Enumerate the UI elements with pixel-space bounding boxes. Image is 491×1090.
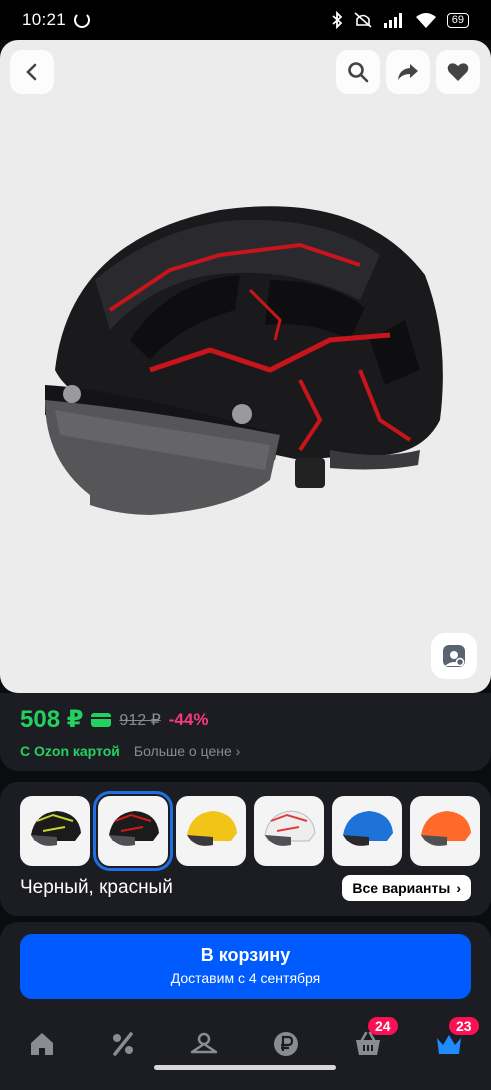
wifi-icon	[415, 13, 436, 28]
nav-discounts[interactable]	[105, 1026, 141, 1062]
variant-thumbnails	[20, 791, 480, 871]
cart-area: В корзину Доставим с 4 сентября	[0, 922, 491, 1012]
discount-badge: -44%	[168, 709, 209, 729]
helmet-icon	[109, 811, 159, 846]
chevron-right-icon: ›	[456, 880, 461, 896]
nav-finance[interactable]	[268, 1026, 304, 1062]
price-old: 912 ₽	[119, 711, 161, 729]
variant-thumb-black-yellow[interactable]	[20, 796, 90, 866]
search-icon	[348, 62, 369, 83]
home-icon	[31, 1033, 53, 1055]
selected-color-label: Черный, красный	[20, 877, 173, 898]
cart-count-badge: 24	[368, 1017, 398, 1035]
search-button[interactable]	[336, 50, 380, 94]
signal-icon	[383, 13, 402, 28]
helmet-icon	[343, 811, 393, 846]
status-time: 10:21	[22, 10, 67, 29]
variant-thumb-white-red[interactable]	[254, 796, 324, 866]
helmet-icon	[264, 810, 316, 846]
all-variants-button[interactable]: Все варианты ›	[342, 875, 471, 901]
ozon-card-label: С Ozon картой	[20, 743, 120, 759]
product-gallery[interactable]	[0, 40, 491, 693]
chevron-right-icon: ›	[235, 743, 241, 759]
profile-count-badge: 23	[449, 1017, 479, 1035]
back-icon	[26, 63, 37, 81]
more-about-price-label: Больше о цене	[133, 743, 232, 759]
nav-fresh[interactable]	[186, 1026, 222, 1062]
image-search-icon	[443, 645, 465, 667]
product-image	[45, 206, 443, 515]
home-indicator[interactable]	[154, 1065, 336, 1070]
variant-thumb-yellow[interactable]	[176, 796, 246, 866]
image-search-button[interactable]	[431, 633, 477, 679]
favorite-button[interactable]	[436, 50, 480, 94]
status-bar: 10:21 69	[0, 0, 491, 40]
nav-profile[interactable]: 23	[431, 1017, 479, 1062]
hanger-icon	[190, 1032, 218, 1054]
add-to-cart-label: В корзину	[200, 945, 291, 965]
battery-icon: 69	[446, 12, 469, 28]
percent-icon	[113, 1032, 133, 1056]
helmet-icon	[421, 811, 471, 846]
bluetooth-icon	[332, 11, 343, 29]
heart-icon	[447, 63, 469, 81]
price-current: 508 ₽	[20, 706, 84, 733]
ozon-card-icon	[91, 712, 112, 727]
bottom-nav: 24 23	[0, 1012, 491, 1090]
add-to-cart-button[interactable]: В корзину Доставим с 4 сентября	[20, 934, 471, 999]
nav-cart[interactable]: 24	[350, 1017, 398, 1062]
price-block[interactable]: 508 ₽ 912 ₽ -44% С Ozon картой Больше о …	[0, 693, 491, 771]
variant-thumb-orange[interactable]	[410, 796, 480, 866]
delivery-date: Доставим с 4 сентября	[170, 970, 321, 986]
nav-home[interactable]	[24, 1026, 60, 1062]
variant-thumb-blue[interactable]	[332, 796, 402, 866]
all-variants-label: Все варианты	[352, 880, 451, 896]
share-button[interactable]	[386, 50, 430, 94]
helmet-icon	[187, 811, 237, 846]
back-button[interactable]	[10, 50, 54, 94]
more-about-price-link[interactable]: Больше о цене ›	[134, 743, 240, 759]
silent-icon	[354, 12, 372, 28]
ozon-app-icon	[74, 12, 91, 28]
ruble-icon	[274, 1032, 298, 1056]
share-icon	[398, 64, 418, 80]
helmet-icon	[31, 811, 81, 846]
variants-block: Черный, красный Все варианты ›	[0, 782, 491, 916]
variant-thumb-black-red[interactable]	[93, 791, 173, 871]
